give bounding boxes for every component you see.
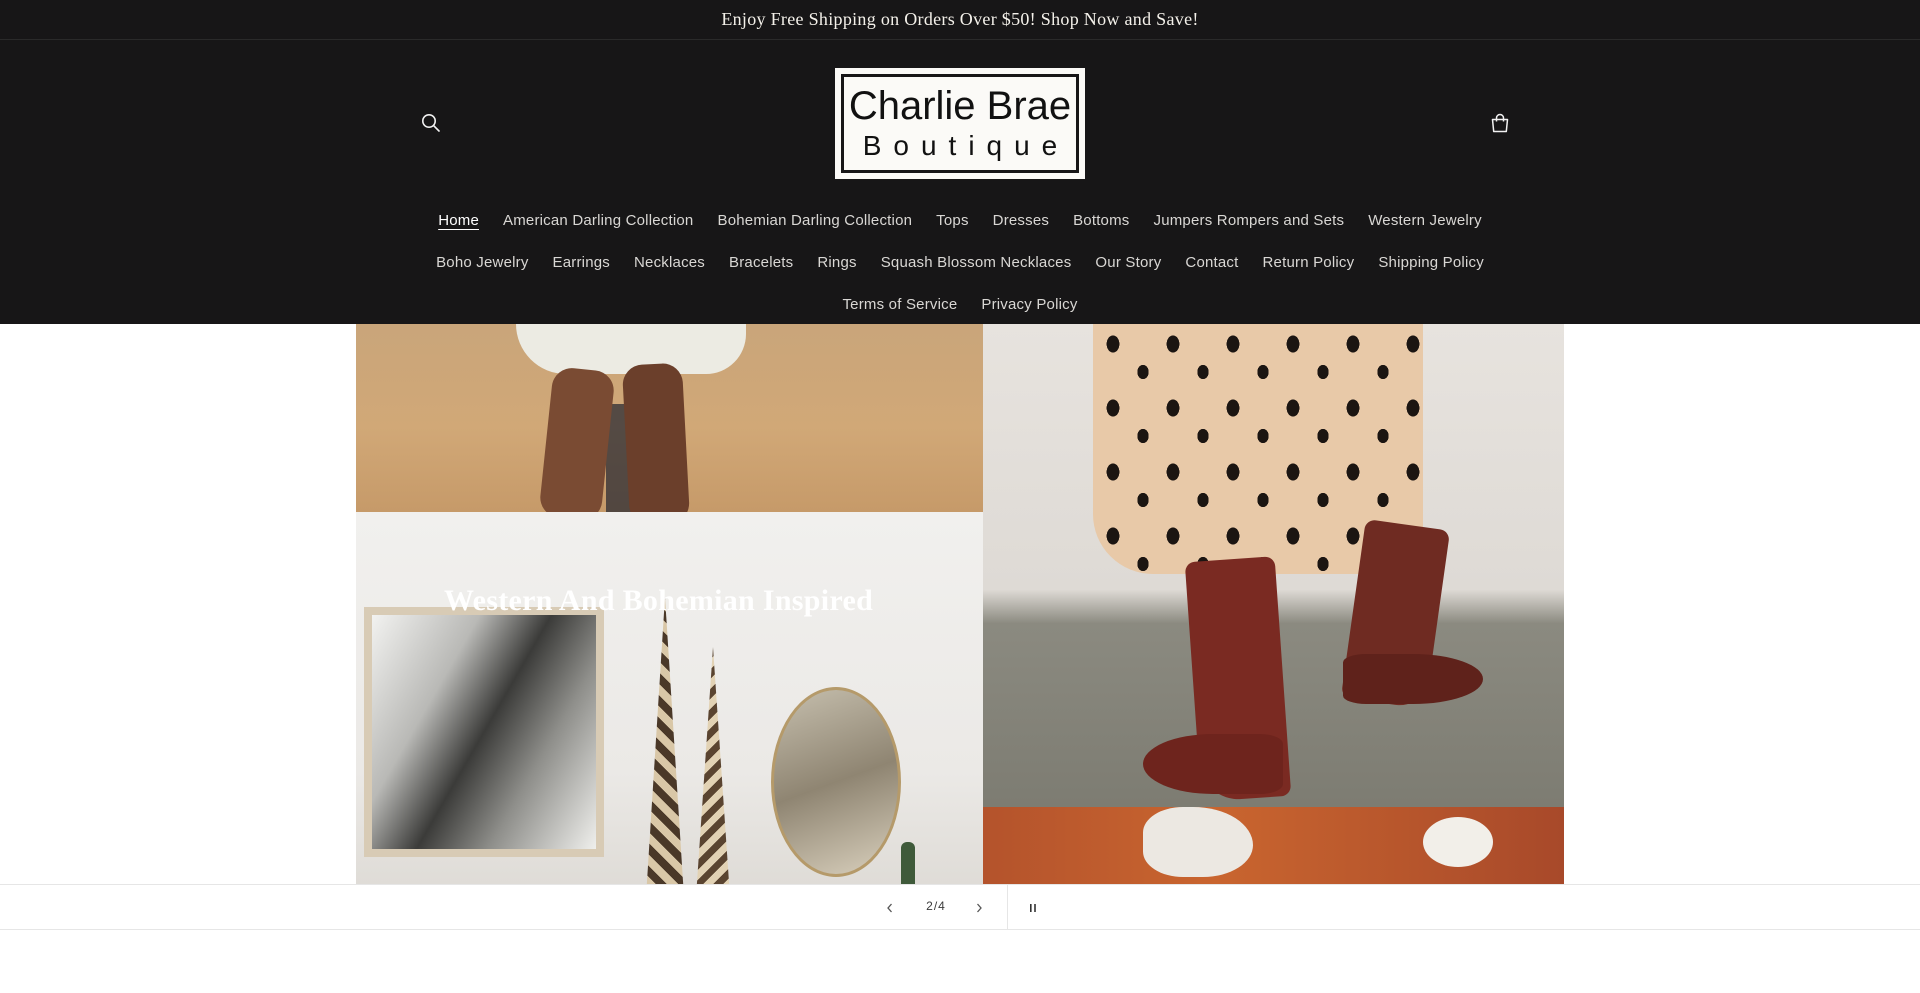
nav-link-home[interactable]: Home: [426, 212, 491, 229]
nav-link-necklaces[interactable]: Necklaces: [622, 254, 717, 271]
pause-icon: [1030, 904, 1036, 912]
nav-row-1: Home American Darling Collection Bohemia…: [0, 199, 1920, 241]
nav-row-2: Boho Jewelry Earrings Necklaces Bracelet…: [0, 241, 1920, 283]
announcement-bar: Enjoy Free Shipping on Orders Over $50! …: [0, 0, 1920, 40]
nav-link-bohemian-darling[interactable]: Bohemian Darling Collection: [705, 212, 924, 229]
hero-heading: Western And Bohemian Inspired: [444, 584, 874, 617]
site-header: Charlie Brae Boutique Home American Darl…: [0, 40, 1920, 324]
nav-link-american-darling[interactable]: American Darling Collection: [491, 212, 705, 229]
hero-image-legs: [356, 324, 983, 512]
nav-link-bottoms[interactable]: Bottoms: [1061, 212, 1141, 229]
logo-box: Charlie Brae Boutique: [841, 74, 1079, 173]
nav-link-contact[interactable]: Contact: [1173, 254, 1250, 271]
logo-title: Charlie Brae: [848, 83, 1072, 128]
search-button[interactable]: [418, 110, 444, 136]
hero-image-room: [356, 512, 983, 884]
main-nav: Home American Darling Collection Bohemia…: [0, 199, 1920, 325]
search-icon: [422, 114, 440, 132]
nav-link-bracelets[interactable]: Bracelets: [717, 254, 805, 271]
nav-link-tops[interactable]: Tops: [924, 212, 981, 229]
hero-image-boots: [983, 324, 1564, 807]
nav-link-rings[interactable]: Rings: [805, 254, 868, 271]
chevron-right-icon: [977, 903, 982, 913]
logo[interactable]: Charlie Brae Boutique: [835, 68, 1085, 179]
nav-link-boho-jewelry[interactable]: Boho Jewelry: [424, 254, 540, 271]
nav-link-terms[interactable]: Terms of Service: [830, 296, 969, 313]
logo-subtitle: Boutique: [862, 129, 1070, 161]
slider-divider: [1007, 885, 1008, 930]
nav-link-jumpers[interactable]: Jumpers Rompers and Sets: [1142, 212, 1357, 229]
cart-icon: [1491, 113, 1509, 133]
nav-link-our-story[interactable]: Our Story: [1083, 254, 1173, 271]
nav-link-dresses[interactable]: Dresses: [981, 212, 1061, 229]
nav-link-earrings[interactable]: Earrings: [541, 254, 622, 271]
slider-controls: 2/4: [0, 884, 1920, 930]
nav-link-shipping-policy[interactable]: Shipping Policy: [1366, 254, 1496, 271]
nav-link-western-jewelry[interactable]: Western Jewelry: [1356, 212, 1494, 229]
slider-counter: 2/4: [926, 899, 946, 913]
announcement-text: Enjoy Free Shipping on Orders Over $50! …: [721, 9, 1199, 29]
slider-prev-button[interactable]: [878, 897, 902, 919]
nav-link-return-policy[interactable]: Return Policy: [1251, 254, 1367, 271]
slider-pause-button[interactable]: [1022, 897, 1044, 919]
nav-link-squash-blossom[interactable]: Squash Blossom Necklaces: [869, 254, 1084, 271]
nav-row-3: Terms of Service Privacy Policy: [0, 283, 1920, 325]
chevron-left-icon: [887, 903, 892, 913]
slider-next-button[interactable]: [967, 897, 991, 919]
cart-button[interactable]: [1487, 110, 1513, 136]
hero-image-cowhide: [983, 807, 1564, 884]
nav-link-privacy[interactable]: Privacy Policy: [969, 296, 1089, 313]
